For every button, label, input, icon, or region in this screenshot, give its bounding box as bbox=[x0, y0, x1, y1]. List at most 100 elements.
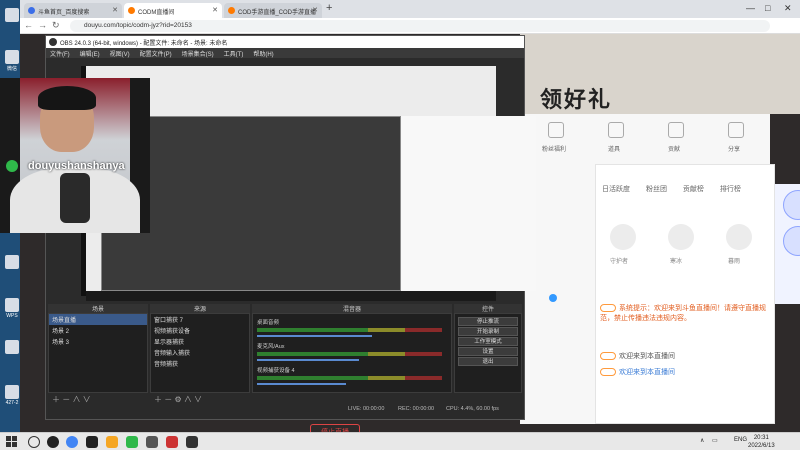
search-icon[interactable] bbox=[28, 436, 40, 448]
obs-icon[interactable] bbox=[86, 436, 98, 448]
source-item[interactable]: 显示器捕获 bbox=[151, 336, 249, 347]
obs-menu-item[interactable]: 场景集合(S) bbox=[182, 52, 214, 58]
volume-fader[interactable] bbox=[257, 383, 346, 385]
back-icon[interactable]: ← bbox=[24, 20, 33, 30]
new-tab-button[interactable]: + bbox=[326, 2, 332, 14]
tab-codm-room[interactable]: CODM直播间 ✕ bbox=[124, 3, 222, 18]
close-window-icon[interactable]: ✕ bbox=[784, 3, 792, 14]
shortcut-icon bbox=[5, 255, 19, 269]
douyu-favicon-icon bbox=[128, 7, 135, 14]
obs-menu-item[interactable]: 文件(F) bbox=[50, 52, 70, 58]
tab-label: CODM直播间 bbox=[138, 10, 175, 16]
rank-tab[interactable]: 贡献榜 bbox=[683, 186, 704, 193]
tab-bar: 斗鱼首页_百度搜索 ✕ CODM直播间 ✕ COD手游直播_COD手游直播 ✕ … bbox=[20, 0, 800, 18]
obs-control-button[interactable]: 设置 bbox=[458, 347, 518, 356]
gift-icon[interactable] bbox=[782, 226, 800, 256]
forward-icon[interactable]: → bbox=[38, 20, 47, 30]
chat-message: 欢迎来到本直播间 bbox=[600, 352, 770, 362]
clock-time: 20:31 bbox=[753, 435, 769, 441]
rank-tab[interactable]: 粉丝团 bbox=[646, 186, 667, 193]
welfare-icon[interactable] bbox=[548, 122, 564, 138]
desktop-shortcut[interactable]: 427-2 bbox=[2, 385, 22, 419]
obs-docks: 场景 场景直播 场景 2 场景 3 ＋ － ∧ ∨ 来源 窗口捕获 7 视频捕获设备显… bbox=[48, 304, 522, 419]
app-icon[interactable] bbox=[166, 436, 178, 448]
minimize-icon[interactable]: — bbox=[746, 3, 755, 13]
source-item[interactable]: 窗口捕获 7 bbox=[151, 314, 249, 325]
tray-arrow-icon[interactable]: ∧ bbox=[700, 437, 704, 444]
rank-avatar[interactable] bbox=[726, 224, 752, 250]
obs-titlebar: OBS 24.0.3 (64-bit, windows) - 配置文件: 未命名… bbox=[46, 36, 524, 48]
rank-avatar[interactable] bbox=[668, 224, 694, 250]
desktop-shortcut[interactable] bbox=[2, 255, 22, 289]
rank-tab[interactable]: 日活跃度 bbox=[602, 186, 630, 193]
network-icon[interactable]: ▭ bbox=[712, 437, 718, 444]
volume-fader[interactable] bbox=[257, 359, 359, 361]
share-icon[interactable] bbox=[728, 122, 744, 138]
tab-cod-live[interactable]: COD手游直播_COD手游直播 ✕ bbox=[224, 3, 322, 18]
language-indicator[interactable]: ENG bbox=[734, 437, 747, 443]
close-tab-icon[interactable]: ✕ bbox=[212, 6, 218, 14]
folder-icon[interactable] bbox=[146, 436, 158, 448]
obs-menu-item[interactable]: 配置文件(P) bbox=[140, 52, 172, 58]
obs-menu-item[interactable]: 帮助(H) bbox=[253, 52, 273, 58]
rank-tab[interactable]: 排行榜 bbox=[720, 186, 741, 193]
streamer-watermark: douyushanshanya bbox=[28, 160, 125, 172]
contribution-icon[interactable] bbox=[668, 122, 684, 138]
level-badge bbox=[600, 352, 616, 361]
obs-menu-item[interactable]: 视图(V) bbox=[110, 52, 130, 58]
app-icon[interactable] bbox=[106, 436, 118, 448]
scene-controls[interactable]: ＋ － ∧ ∨ bbox=[52, 394, 91, 404]
rank-avatar[interactable] bbox=[610, 224, 636, 250]
chrome-icon[interactable] bbox=[66, 436, 78, 448]
prop-icon[interactable] bbox=[608, 122, 624, 138]
close-tab-icon[interactable]: ✕ bbox=[112, 6, 118, 14]
rank-tabs: 日活跃度 粉丝团 贡献榜 排行榜 bbox=[602, 184, 755, 194]
desktop-shortcut[interactable]: WPS bbox=[2, 298, 22, 332]
source-item[interactable]: 音频捕获 bbox=[151, 358, 249, 369]
url-field[interactable]: douyu.com/topic/codm-jyz?rid=20153 bbox=[70, 20, 770, 32]
gift-icon[interactable] bbox=[782, 190, 800, 220]
obs-menu-item[interactable]: 编辑(E) bbox=[80, 52, 100, 58]
source-controls[interactable]: ＋ － ⚙ ∧ ∨ bbox=[154, 394, 202, 404]
scene-item[interactable]: 场景 2 bbox=[49, 325, 147, 336]
shortcut-icon bbox=[5, 298, 19, 312]
source-item[interactable]: 视频捕获设备 bbox=[151, 325, 249, 336]
obs-control-button[interactable]: 退出 bbox=[458, 357, 518, 366]
obs-control-button[interactable]: 开始录制 bbox=[458, 327, 518, 336]
clock[interactable]: 20:31 2022/6/13 bbox=[748, 434, 775, 450]
nested-page-capture bbox=[401, 116, 536, 291]
channel-name: 视频捕获设备 4 bbox=[257, 368, 295, 374]
desktop-shortcut[interactable] bbox=[2, 340, 22, 374]
wechat-taskbar-icon[interactable] bbox=[126, 436, 138, 448]
taskbar: ∧ ▭ ENG 20:31 2022/6/13 bbox=[0, 432, 800, 450]
rank-name: 暮雨 bbox=[728, 259, 741, 265]
chat-text: 系统提示：欢迎来到斗鱼直播间！请遵守直播规范，禁止传播违法违规内容。 bbox=[600, 305, 766, 322]
obs-menu-item[interactable]: 工具(T) bbox=[224, 52, 244, 58]
close-tab-icon[interactable]: ✕ bbox=[312, 6, 318, 14]
obs-menubar: 文件(F) 编辑(E) 视图(V) 配置文件(P) 场景集合(S) 工具(T) 帮助(H) bbox=[46, 48, 524, 58]
chat-message: 系统提示：欢迎来到斗鱼直播间！请遵守直播规范，禁止传播违法违规内容。 bbox=[600, 304, 770, 324]
volume-meter bbox=[257, 376, 442, 380]
obs-control-button[interactable]: 工作室模式 bbox=[458, 337, 518, 346]
obs-control-button[interactable]: 停止推流 bbox=[458, 317, 518, 326]
source-item[interactable]: 音频输入捕获 bbox=[151, 347, 249, 358]
address-bar: ← → ↻ douyu.com/topic/codm-jyz?rid=20153 bbox=[20, 18, 800, 34]
volume-meter bbox=[257, 352, 442, 356]
tab-baidu-search[interactable]: 斗鱼首页_百度搜索 ✕ bbox=[24, 3, 122, 18]
scene-item[interactable]: 场景 3 bbox=[49, 336, 147, 347]
chat-list: 系统提示：欢迎来到斗鱼直播间！请遵守直播规范，禁止传播违法违规内容。 欢迎来到本… bbox=[600, 304, 770, 378]
shortcut-label: WPS bbox=[6, 313, 18, 319]
reload-icon[interactable]: ↻ bbox=[52, 20, 60, 31]
channel-name: 桌面音频 bbox=[257, 320, 280, 326]
scene-item[interactable]: 场景直播 bbox=[49, 314, 147, 325]
desktop-shortcut[interactable] bbox=[2, 8, 22, 42]
cortana-icon[interactable] bbox=[47, 436, 59, 448]
volume-fader[interactable] bbox=[257, 335, 372, 337]
channel-name: 麦克风/Aux bbox=[257, 344, 285, 350]
obs-logo-icon bbox=[49, 38, 57, 46]
obs-title-text: OBS 24.0.3 (64-bit, windows) - 配置文件: 未命名… bbox=[60, 41, 228, 47]
level-badge bbox=[600, 368, 616, 377]
maximize-icon[interactable]: □ bbox=[765, 3, 770, 13]
windows-start-icon[interactable] bbox=[6, 436, 17, 447]
app-icon[interactable] bbox=[186, 436, 198, 448]
